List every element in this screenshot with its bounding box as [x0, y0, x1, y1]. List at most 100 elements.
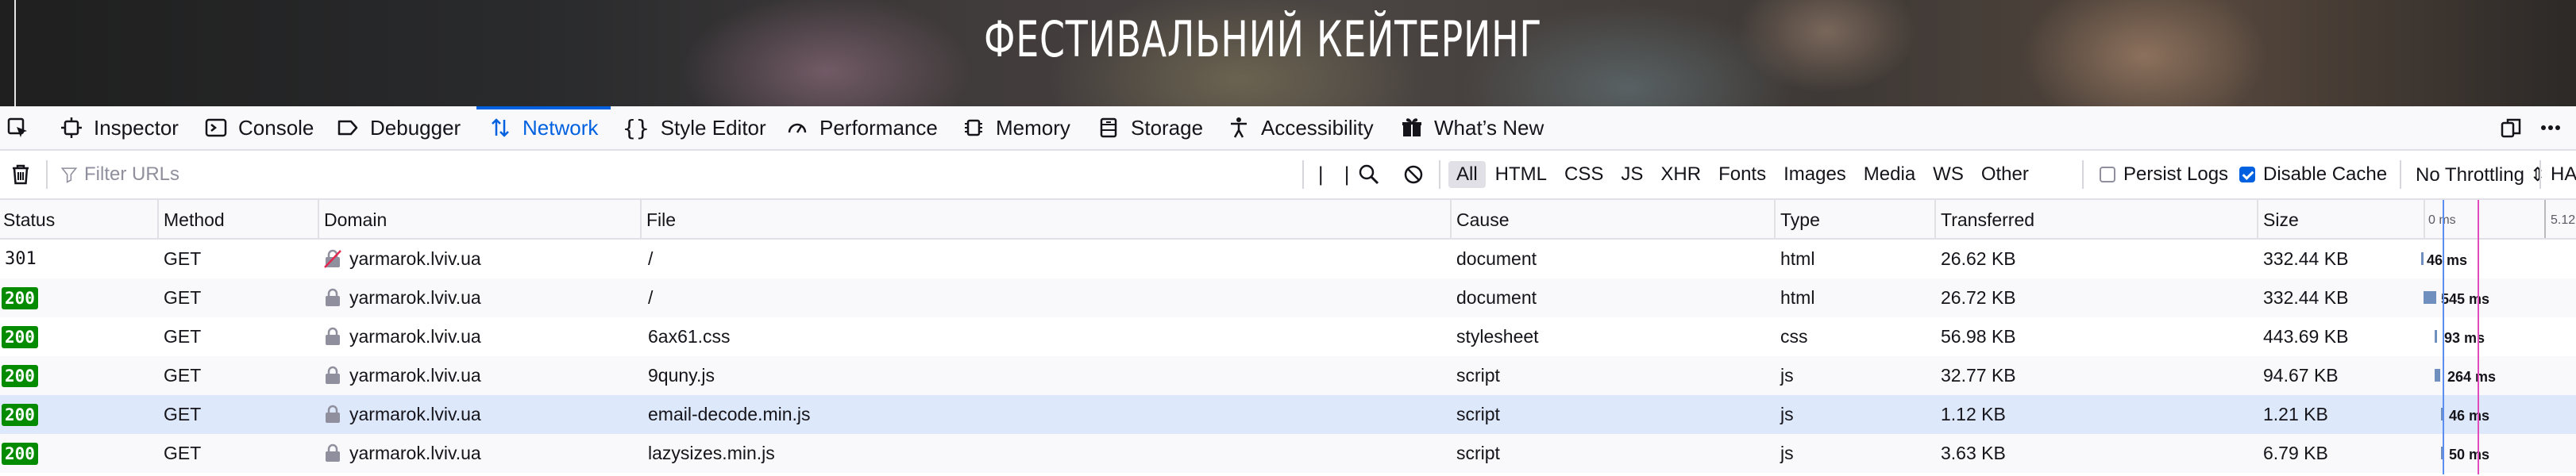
request-cause: document — [1456, 287, 1537, 308]
column-header-size[interactable]: Size — [2257, 200, 2424, 238]
network-filter-bar: Filter URLs | | All HTML CSS JS XHR Font… — [0, 151, 2576, 200]
tab-storage[interactable]: Storage — [1097, 106, 1203, 149]
status-code-cell: 200 — [2, 356, 38, 395]
request-duration: 46 ms — [2449, 408, 2490, 424]
status-code: 200 — [2, 365, 38, 387]
type-filter-media[interactable]: Media — [1856, 161, 1923, 188]
type-filter-all[interactable]: All — [1448, 161, 1486, 188]
load-marker — [2478, 200, 2479, 474]
column-header-transferred[interactable]: Transferred — [1934, 200, 2257, 238]
waterfall-tick-label: 5.12 — [2544, 200, 2575, 238]
type-filter-ws[interactable]: WS — [1925, 161, 1972, 188]
storage-icon — [1100, 117, 1117, 138]
column-header-type[interactable]: Type — [1774, 200, 1934, 238]
request-size: 1.21 KB — [2263, 404, 2328, 424]
tab-console-label: Console — [238, 115, 314, 140]
request-file: email-decode.min.js — [648, 404, 811, 424]
throttling-select[interactable]: No Throttling ⇕ — [2416, 151, 2546, 198]
console-icon — [205, 118, 227, 137]
table-row[interactable]: 200 GET yarmarok.lviv.ua 9quny.js script… — [0, 356, 2576, 395]
element-picker-button[interactable] — [6, 106, 29, 149]
devtools-toolbar: Inspector Console Debugger Network {} St… — [0, 106, 2576, 151]
request-domain: yarmarok.lviv.ua — [324, 317, 481, 356]
request-transferred: 32.77 KB — [1941, 365, 2016, 386]
request-method: GET — [164, 443, 202, 463]
har-menu-button[interactable]: HAR — [2551, 151, 2576, 198]
disable-cache-label: Disable Cache — [2263, 163, 2388, 185]
debugger-icon — [337, 120, 358, 136]
persist-logs-checkbox[interactable] — [2100, 167, 2115, 182]
network-icon — [492, 118, 509, 137]
tab-debugger[interactable]: Debugger — [337, 106, 461, 149]
request-transferred: 1.12 KB — [1941, 404, 2006, 424]
style-editor-icon: {} — [623, 114, 650, 141]
tab-inspector[interactable]: Inspector — [60, 106, 179, 149]
request-size: 6.79 KB — [2263, 443, 2328, 463]
column-header-file[interactable]: File — [640, 200, 1450, 238]
request-duration: 50 ms — [2449, 447, 2490, 463]
tab-accessibility-label: Accessibility — [1261, 115, 1374, 140]
request-cause: script — [1456, 404, 1500, 424]
tab-memory[interactable]: Memory — [962, 106, 1070, 149]
clear-button[interactable] — [10, 151, 32, 198]
request-cause: document — [1456, 248, 1537, 269]
request-transferred: 26.62 KB — [1941, 248, 2016, 269]
search-button[interactable] — [1358, 151, 1380, 198]
request-type: js — [1780, 443, 1794, 463]
persist-logs-toggle[interactable]: Persist Logs — [2100, 151, 2228, 198]
column-header-cause[interactable]: Cause — [1450, 200, 1774, 238]
tab-memory-label: Memory — [996, 115, 1070, 140]
table-row[interactable]: 200 GET yarmarok.lviv.ua 6ax61.css style… — [0, 317, 2576, 356]
banner-divider — [14, 0, 16, 106]
filterbar-separator — [2539, 160, 2541, 189]
status-code: 200 — [2, 404, 38, 426]
tab-network[interactable]: Network — [476, 106, 611, 149]
element-picker-icon — [7, 117, 27, 137]
request-domain-text: yarmarok.lviv.ua — [349, 326, 481, 347]
request-file: / — [648, 248, 654, 269]
type-filter-images[interactable]: Images — [1776, 161, 1854, 188]
table-row[interactable]: 200 GET yarmarok.lviv.ua / document html… — [0, 278, 2576, 317]
table-row[interactable]: 301 GET yarmarok.lviv.ua / document html… — [0, 240, 2576, 278]
type-filter-css[interactable]: CSS — [1556, 161, 1611, 188]
tab-accessibility[interactable]: Accessibility — [1228, 106, 1374, 149]
disable-cache-toggle[interactable]: Disable Cache — [2239, 151, 2387, 198]
request-transferred: 3.63 KB — [1941, 443, 2006, 463]
request-type: css — [1780, 326, 1808, 347]
table-row[interactable]: 200 GET yarmarok.lviv.ua lazysizes.min.j… — [0, 434, 2576, 473]
column-header-domain[interactable]: Domain — [318, 200, 640, 238]
type-filter-other[interactable]: Other — [1973, 161, 2037, 188]
tab-console[interactable]: Console — [205, 106, 314, 149]
tab-whats-new[interactable]: What’s New — [1401, 106, 1544, 149]
request-file: 9quny.js — [648, 365, 715, 386]
type-filter-fonts[interactable]: Fonts — [1710, 161, 1774, 188]
disable-cache-checkbox[interactable] — [2239, 167, 2255, 182]
status-code: 301 — [5, 249, 37, 269]
block-requests-button[interactable] — [1402, 151, 1425, 198]
column-header-status[interactable]: Status — [0, 200, 157, 238]
type-filter-js[interactable]: JS — [1613, 161, 1651, 188]
pause-button[interactable]: | | — [1315, 151, 1354, 198]
table-row[interactable]: 200 GET yarmarok.lviv.ua email-decode.mi… — [0, 395, 2576, 434]
more-options-button[interactable] — [2539, 106, 2562, 149]
column-header-method[interactable]: Method — [157, 200, 318, 238]
request-cause: stylesheet — [1456, 326, 1539, 347]
lock-icon — [326, 443, 340, 462]
type-filter-xhr[interactable]: XHR — [1652, 161, 1709, 188]
status-code-cell: 200 — [2, 434, 38, 473]
filter-urls-placeholder: Filter URLs — [84, 163, 180, 185]
filter-urls-input[interactable]: Filter URLs — [60, 151, 1283, 198]
request-duration: 545 ms — [2441, 291, 2490, 307]
tab-debugger-label: Debugger — [370, 115, 461, 140]
status-code: 200 — [2, 443, 38, 465]
tab-style-editor[interactable]: {} Style Editor — [623, 106, 766, 149]
whats-new-icon — [1402, 118, 1421, 136]
dock-button[interactable] — [2500, 106, 2522, 149]
request-file: lazysizes.min.js — [648, 443, 775, 463]
tab-performance[interactable]: Performance — [786, 106, 938, 149]
request-domain: yarmarok.lviv.ua — [324, 356, 481, 395]
har-label: HAR — [2551, 163, 2576, 185]
request-method: GET — [164, 365, 202, 386]
request-method: GET — [164, 248, 202, 269]
type-filter-html[interactable]: HTML — [1487, 161, 1555, 188]
